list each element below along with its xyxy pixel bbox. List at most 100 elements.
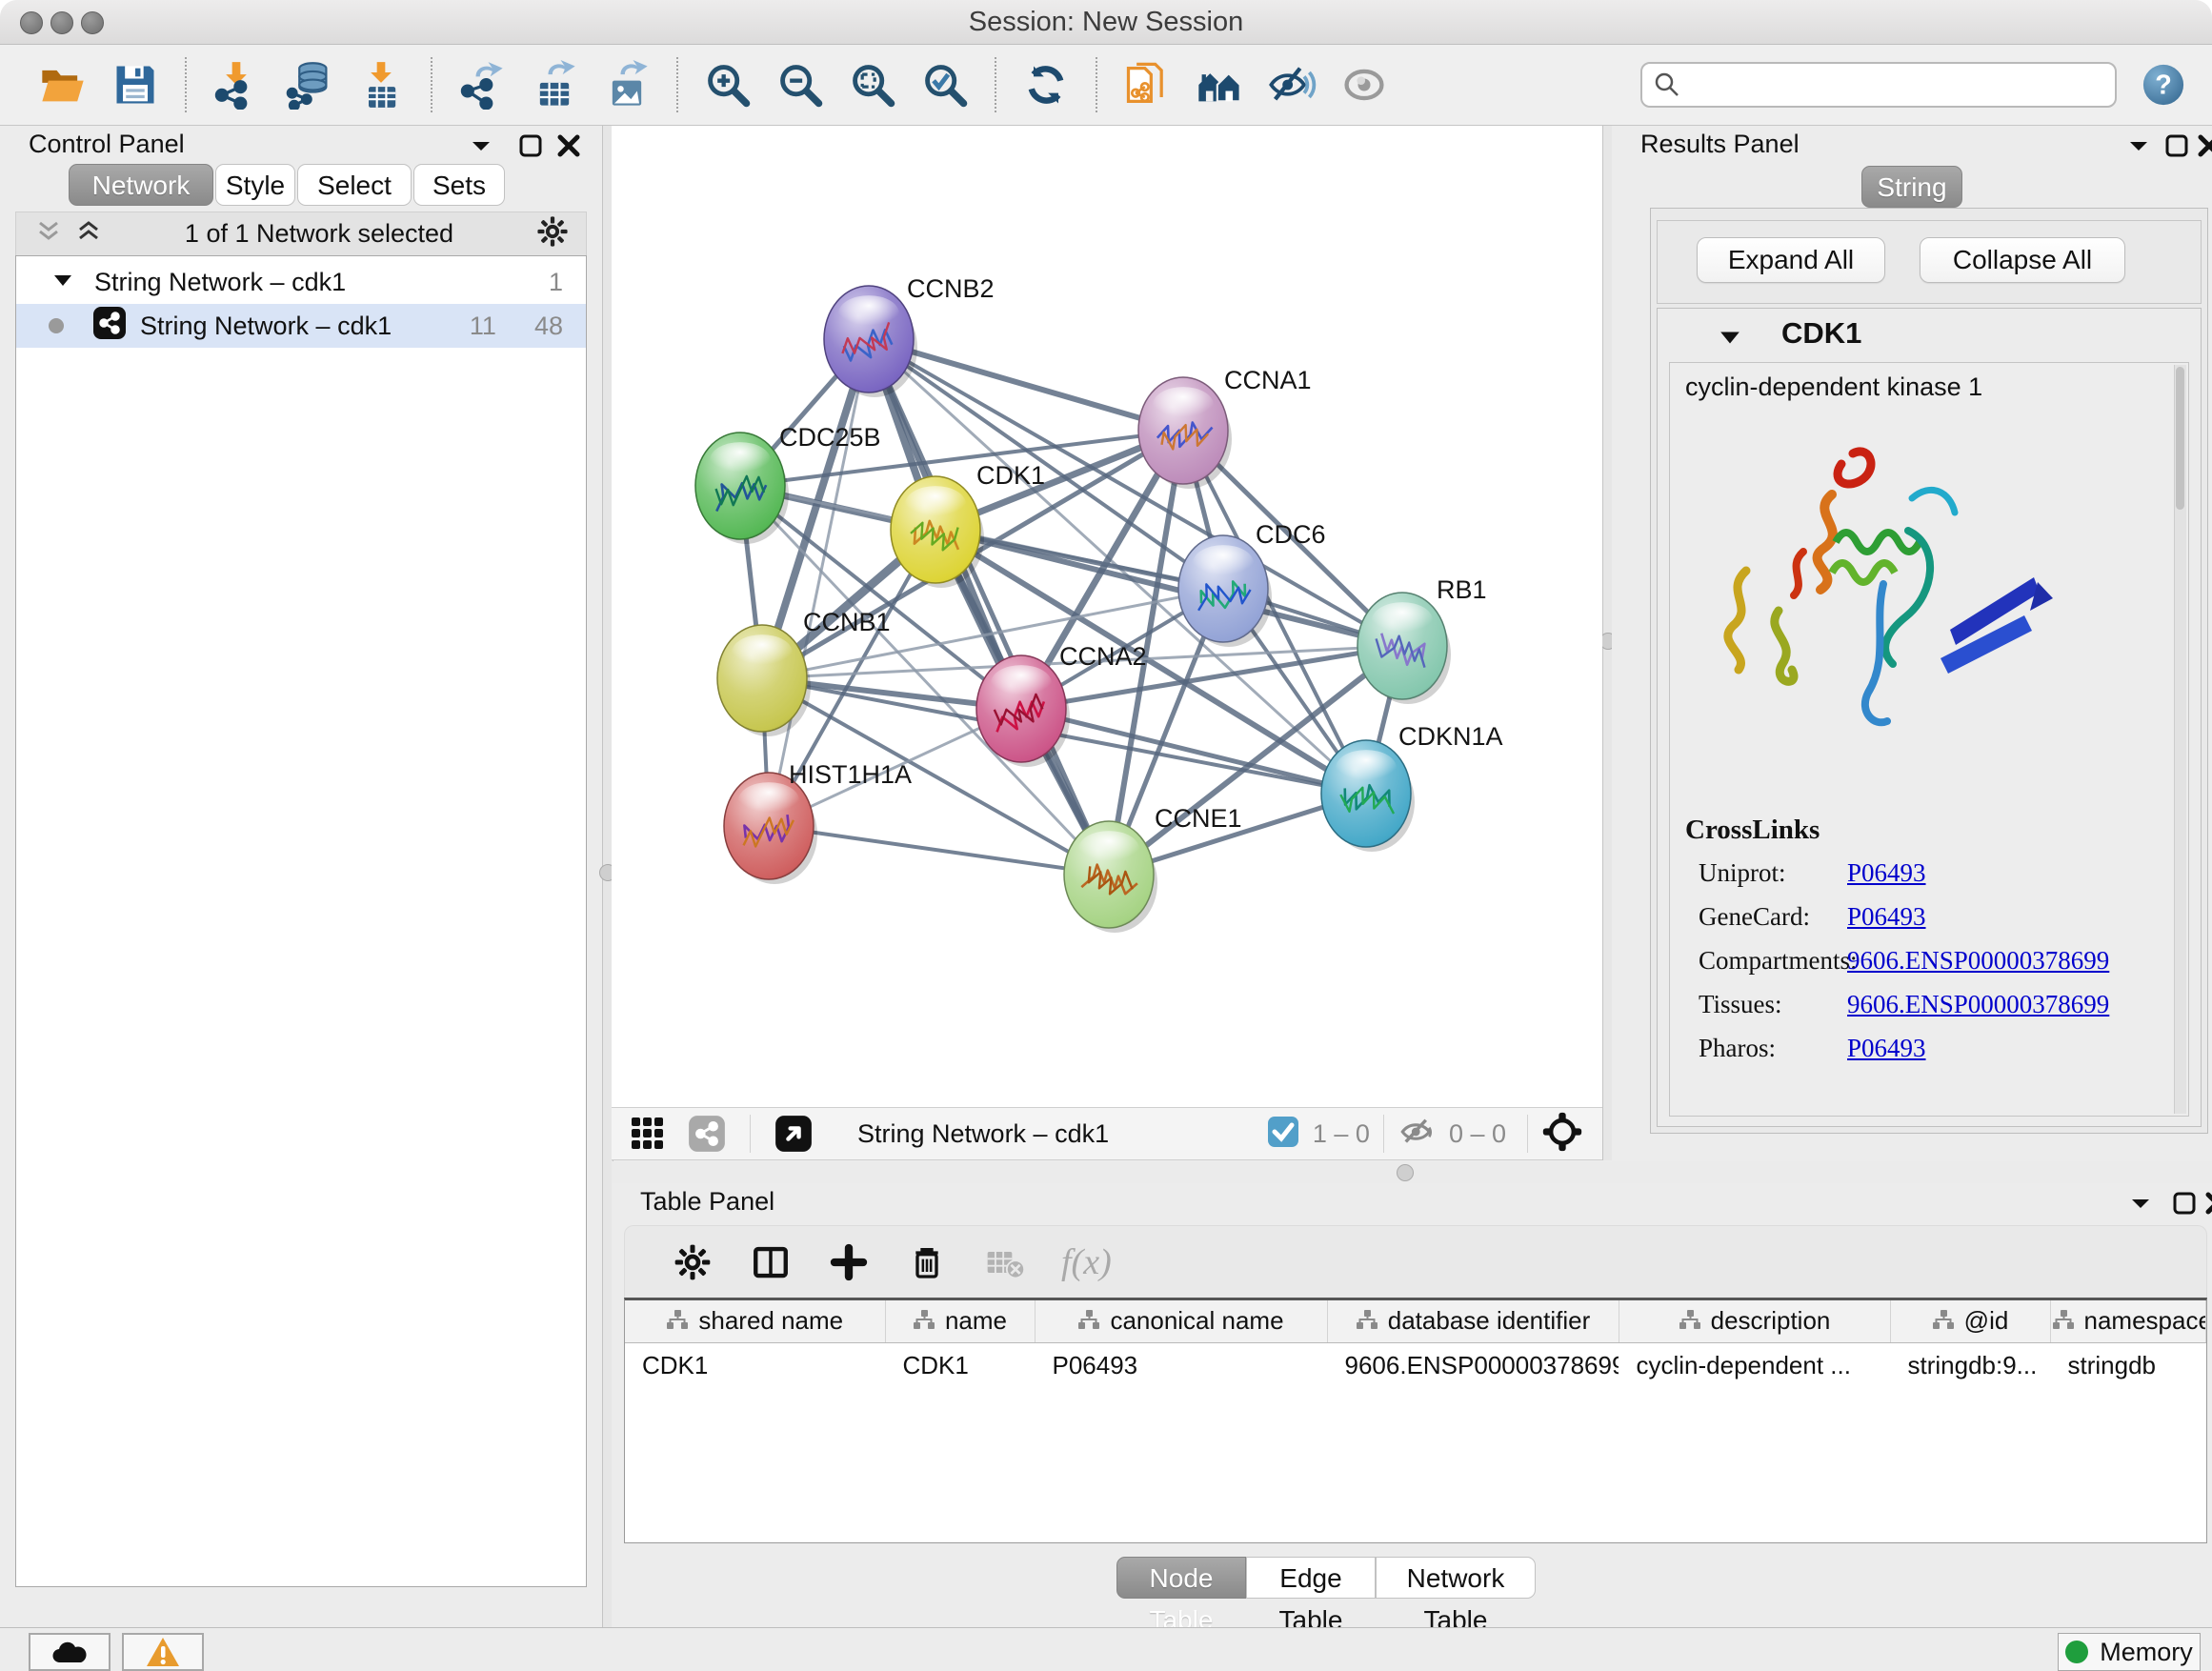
network-node-RB1[interactable] — [1357, 593, 1451, 704]
cell-database-identifier[interactable]: 9606.ENSP00000378699 — [1327, 1343, 1619, 1388]
results-panel-close-button[interactable] — [2197, 133, 2212, 165]
crosslink-pharos[interactable]: P06493 — [1847, 1034, 1926, 1063]
table-panel-float-button[interactable] — [2172, 1191, 2197, 1222]
column-header-namespace[interactable]: namespace — [2050, 1300, 2206, 1343]
crosslink-tissues[interactable]: 9606.ENSP00000378699 — [1847, 990, 2109, 1019]
control-panel-close-button[interactable] — [556, 133, 581, 165]
hide-results-button[interactable] — [1264, 57, 1319, 112]
column-header-canonical-name[interactable]: canonical name — [1035, 1300, 1327, 1343]
column-header-shared-name[interactable]: shared name — [625, 1300, 885, 1343]
tab-style[interactable]: Style — [215, 164, 295, 206]
tab-sets[interactable]: Sets — [413, 164, 505, 206]
collapse-triangle-icon[interactable] — [52, 268, 73, 297]
network-node-CCNA1[interactable] — [1138, 377, 1232, 489]
network-edge-CDK1-RB1[interactable] — [935, 530, 1402, 646]
zoom-fit-button[interactable] — [845, 57, 900, 112]
expand-all-networks-button[interactable] — [75, 218, 102, 250]
tab-edge-table[interactable]: Edge Table — [1246, 1557, 1376, 1599]
change-species-button[interactable] — [1192, 57, 1247, 112]
collapse-all-networks-button[interactable] — [35, 218, 62, 250]
export-image-button[interactable] — [599, 57, 654, 112]
delete-table-button[interactable] — [977, 1235, 1033, 1290]
delete-column-button[interactable] — [899, 1235, 955, 1290]
column-header-name[interactable]: name — [885, 1300, 1035, 1343]
network-edge-CCNB2-CCNE1[interactable] — [869, 339, 1109, 875]
table-panel-close-button[interactable] — [2204, 1191, 2212, 1222]
birds-eye-view-button[interactable] — [773, 1106, 814, 1161]
horizontal-splitter-handle[interactable] — [1397, 1164, 1414, 1181]
crosslink-genecard[interactable]: P06493 — [1847, 902, 1926, 932]
open-session-button[interactable] — [35, 57, 90, 112]
function-builder-button[interactable]: f(x) — [1056, 1235, 1117, 1290]
refresh-button[interactable] — [1018, 57, 1074, 112]
cell-namespace[interactable]: stringdb — [2050, 1343, 2206, 1388]
collapse-all-button[interactable]: Collapse All — [1920, 237, 2125, 283]
table-options-button[interactable] — [665, 1235, 720, 1290]
tab-string[interactable]: String — [1861, 166, 1962, 208]
column-header-database-identifier[interactable]: database identifier — [1327, 1300, 1619, 1343]
results-scrollbar-track[interactable] — [2174, 365, 2186, 1114]
table-panel-menu-button[interactable] — [2128, 1191, 2153, 1222]
cell-canonical-name[interactable]: P06493 — [1035, 1343, 1327, 1388]
help-button[interactable]: ? — [2142, 63, 2185, 107]
crosslink-uniprot[interactable]: P06493 — [1847, 858, 1926, 888]
network-row-selected[interactable]: String Network – cdk1 11 48 — [16, 304, 586, 348]
network-options-button[interactable] — [536, 215, 569, 252]
column-header-description[interactable]: description — [1619, 1300, 1890, 1343]
save-session-button[interactable] — [108, 57, 163, 112]
tab-node-table[interactable]: Node Table — [1116, 1557, 1246, 1599]
expand-all-button[interactable]: Expand All — [1697, 237, 1885, 283]
search-input[interactable] — [1690, 70, 2103, 101]
add-column-button[interactable] — [821, 1235, 876, 1290]
network-node-CDK1[interactable] — [891, 476, 984, 588]
warnings-button[interactable] — [122, 1633, 204, 1671]
column-header-id[interactable]: @id — [1890, 1300, 2050, 1343]
network-node-HIST1H1A[interactable] — [724, 773, 817, 884]
network-edge-HIST1H1A-CCNE1[interactable] — [769, 826, 1109, 875]
zoom-selected-button[interactable] — [917, 57, 973, 112]
control-panel-float-button[interactable] — [518, 133, 543, 165]
import-table-button[interactable] — [353, 57, 409, 112]
zoom-out-button[interactable] — [773, 57, 828, 112]
network-node-CCNE1[interactable] — [1064, 821, 1157, 933]
network-node-CCNB1[interactable] — [717, 625, 811, 736]
tab-network-table[interactable]: Network Table — [1376, 1557, 1536, 1599]
cell-shared-name[interactable]: CDK1 — [625, 1343, 885, 1388]
string-protein-query-button[interactable] — [1119, 57, 1175, 112]
cell-description[interactable]: cyclin-dependent ... — [1619, 1343, 1890, 1388]
network-edge-CCNB2-HIST1H1A[interactable] — [769, 339, 869, 826]
memory-button[interactable]: Memory — [2058, 1633, 2201, 1671]
tab-network[interactable]: Network — [69, 164, 213, 206]
import-network-button[interactable] — [209, 57, 264, 112]
export-table-button[interactable] — [527, 57, 582, 112]
results-panel-menu-button[interactable] — [2126, 133, 2151, 165]
cell-name[interactable]: CDK1 — [885, 1343, 1035, 1388]
tab-select[interactable]: Select — [297, 164, 412, 206]
network-node-CDC6[interactable] — [1178, 535, 1272, 647]
network-node-CCNB2[interactable] — [824, 286, 917, 397]
zoom-in-button[interactable] — [700, 57, 755, 112]
network-canvas[interactable]: CCNB2CCNA1CDC25BCDK1CDC6RB1CCNB1CCNA2CDK… — [612, 126, 1602, 1107]
results-scrollbar-thumb[interactable] — [2176, 367, 2184, 510]
export-network-button[interactable] — [454, 57, 510, 112]
search-box[interactable] — [1640, 62, 2117, 108]
network-collection-row[interactable]: String Network – cdk1 1 — [16, 260, 586, 304]
import-network-from-database-button[interactable] — [281, 57, 336, 112]
crosslink-compartments[interactable]: 9606.ENSP00000378699 — [1847, 946, 2109, 976]
fit-selected-button[interactable] — [1541, 1111, 1583, 1158]
selected-checkbox-icon[interactable] — [1267, 1116, 1299, 1153]
show-graphics-button[interactable] — [1337, 57, 1392, 112]
collapse-triangle-icon[interactable] — [1719, 326, 1741, 353]
cell-id[interactable]: stringdb:9... — [1890, 1343, 2050, 1388]
cloud-button[interactable] — [29, 1633, 111, 1671]
network-node-CDKN1A[interactable] — [1321, 740, 1415, 852]
string-view-button[interactable] — [686, 1106, 728, 1161]
app-window: Session: New Session ? Control Panel — [0, 0, 2212, 1671]
control-panel-menu-button[interactable] — [469, 133, 493, 165]
grid-view-button[interactable] — [627, 1106, 669, 1161]
results-panel-float-button[interactable] — [2164, 133, 2189, 165]
show-columns-button[interactable] — [743, 1235, 798, 1290]
table-row[interactable]: CDK1 CDK1 P06493 9606.ENSP00000378699 cy… — [625, 1343, 2206, 1388]
hidden-eye-icon[interactable] — [1398, 1112, 1438, 1157]
status-bar: Memory — [0, 1627, 2212, 1671]
